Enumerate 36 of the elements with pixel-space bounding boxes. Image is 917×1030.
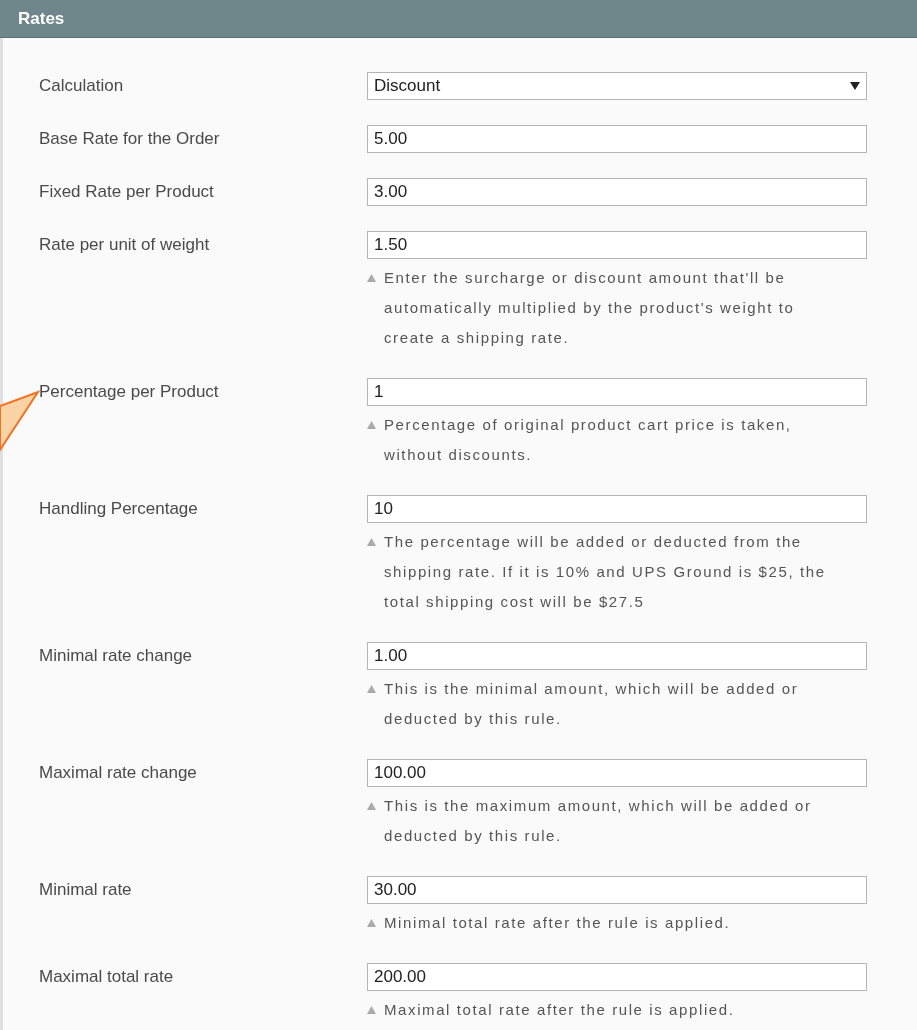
field-label: Percentage per Product xyxy=(39,382,219,401)
field-label: Calculation xyxy=(39,76,124,95)
field-label: Maximal rate change xyxy=(39,763,197,782)
note-triangle-icon xyxy=(367,538,376,546)
field-note: This is the maximum amount, which will be added or deducted by this rule. xyxy=(384,796,813,846)
input-field[interactable]: 3.00 xyxy=(367,178,867,206)
field-note: The percentage will be added or deducted from the shipping rate. If it is 10% and UPS Ground is $25, the total shipping cost will be $27.5 xyxy=(384,532,827,612)
field-note: Enter the surcharge or discount amount that'll be automatically multiplied by the product's weight to create a shipping rate. xyxy=(384,268,796,348)
input-field[interactable]: 1.50 xyxy=(367,231,867,259)
input-field[interactable]: 1 xyxy=(367,378,867,406)
note-triangle-icon xyxy=(367,802,376,810)
field-note: This is the minimal amount, which will be added or deducted by this rule. xyxy=(384,679,800,729)
field-note: Maximal total rate after the rule is applied. xyxy=(384,1000,735,1020)
field-label: Rate per unit of weight xyxy=(39,235,210,254)
field-label: Minimal rate xyxy=(39,880,132,899)
note-triangle-icon xyxy=(367,274,376,282)
field-label: Base Rate for the Order xyxy=(39,129,220,148)
input-field[interactable]: 200.00 xyxy=(367,963,867,991)
input-field[interactable]: 10 xyxy=(367,495,867,523)
input-field[interactable]: 100.00 xyxy=(367,759,867,787)
field-label: Handling Percentage xyxy=(39,499,198,518)
field-label: Fixed Rate per Product xyxy=(39,182,214,201)
field-note: Minimal total rate after the rule is applied. xyxy=(384,913,731,933)
note-triangle-icon xyxy=(367,685,376,693)
field-note: Percentage of original product cart price is taken, without discounts. xyxy=(384,415,793,465)
field-label: Maximal total rate xyxy=(39,967,174,986)
calculation-select[interactable]: Discount xyxy=(367,72,867,100)
section-title: Rates xyxy=(18,7,65,30)
note-triangle-icon xyxy=(367,1006,376,1014)
note-triangle-icon xyxy=(367,421,376,429)
note-triangle-icon xyxy=(367,919,376,927)
input-field[interactable]: 30.00 xyxy=(367,876,867,904)
field-label: Minimal rate change xyxy=(39,646,193,665)
input-field[interactable]: 5.00 xyxy=(367,125,867,153)
dropdown-caret-icon xyxy=(850,82,860,90)
input-field[interactable]: 1.00 xyxy=(367,642,867,670)
